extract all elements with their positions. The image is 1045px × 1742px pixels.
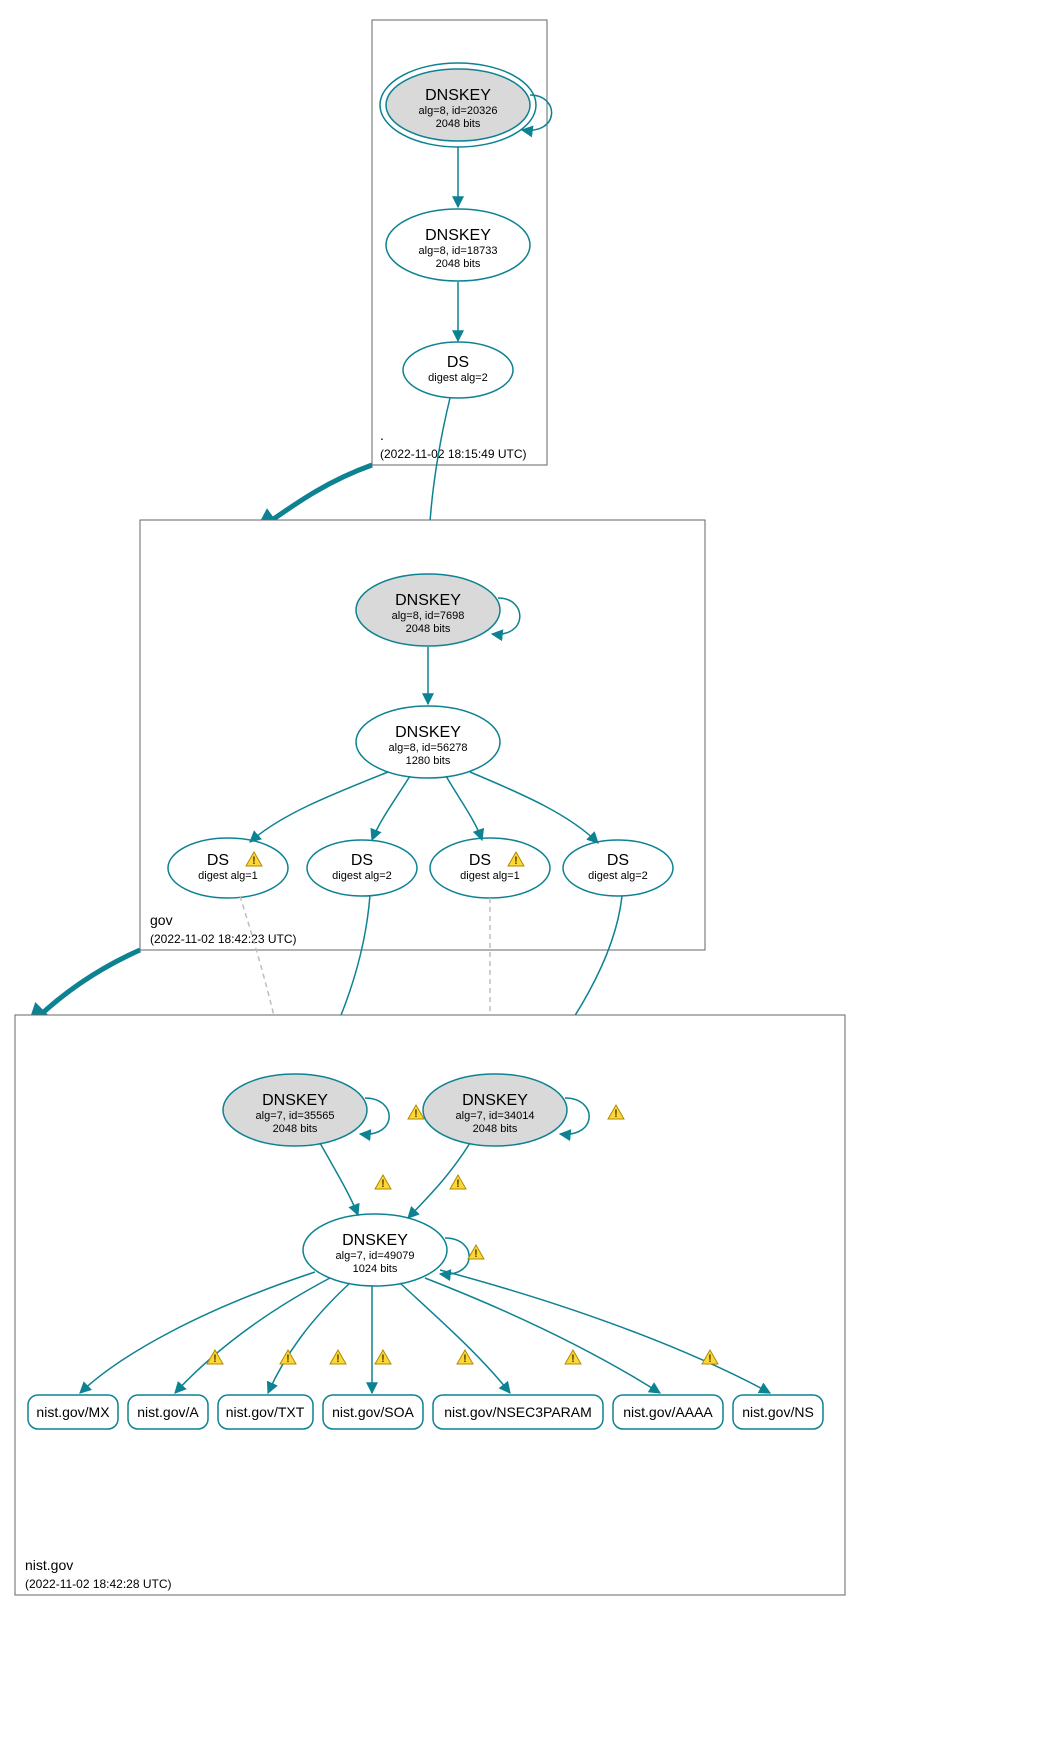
svg-text:DNSKEY: DNSKEY — [342, 1232, 408, 1249]
svg-text:!: ! — [708, 1353, 712, 1365]
svg-text:!: ! — [571, 1353, 575, 1365]
gov-ksk-node: DNSKEY alg=8, id=7698 2048 bits — [356, 574, 500, 646]
zone-nist-timestamp: (2022-11-02 18:42:28 UTC) — [25, 1577, 172, 1591]
svg-text:DS: DS — [207, 852, 229, 869]
svg-text:digest alg=2: digest alg=2 — [428, 372, 488, 384]
rrset-mx: nist.gov/MX — [28, 1395, 118, 1429]
zone-gov-name: gov — [150, 912, 173, 928]
svg-text:DNSKEY: DNSKEY — [462, 1092, 528, 1109]
svg-text:alg=8, id=20326: alg=8, id=20326 — [419, 105, 498, 117]
svg-text:!: ! — [463, 1353, 467, 1365]
zone-gov: gov (2022-11-02 18:42:23 UTC) DNSKEY alg… — [140, 520, 705, 950]
svg-text:!: ! — [514, 855, 518, 867]
deleg-gov-nist — [30, 950, 140, 1025]
rrset-aaaa: nist.gov/AAAA — [613, 1395, 723, 1429]
svg-text:DNSKEY: DNSKEY — [395, 592, 461, 609]
svg-text:nist.gov/MX: nist.gov/MX — [36, 1404, 110, 1420]
svg-text:2048 bits: 2048 bits — [436, 118, 481, 130]
svg-text:DNSKEY: DNSKEY — [262, 1092, 328, 1109]
svg-text:2048 bits: 2048 bits — [436, 258, 481, 270]
svg-text:DS: DS — [607, 852, 629, 869]
rrset-txt: nist.gov/TXT — [218, 1395, 313, 1429]
svg-text:digest alg=1: digest alg=1 — [460, 870, 520, 882]
svg-text:digest alg=1: digest alg=1 — [198, 870, 258, 882]
zone-nist: nist.gov (2022-11-02 18:42:28 UTC) DNSKE… — [15, 1015, 845, 1595]
gov-zsk-node: DNSKEY alg=8, id=56278 1280 bits — [356, 706, 500, 778]
svg-text:!: ! — [336, 1353, 340, 1365]
svg-text:alg=8, id=7698: alg=8, id=7698 — [392, 610, 465, 622]
nist-ksk2-node: DNSKEY alg=7, id=34014 2048 bits — [423, 1074, 567, 1146]
svg-text:DNSKEY: DNSKEY — [425, 227, 491, 244]
svg-text:DNSKEY: DNSKEY — [395, 724, 461, 741]
root-ksk-node: DNSKEY alg=8, id=20326 2048 bits — [380, 63, 536, 147]
svg-text:!: ! — [381, 1178, 385, 1190]
gov-ds1-node: DS digest alg=1 ! — [168, 838, 288, 898]
svg-text:alg=8, id=56278: alg=8, id=56278 — [389, 742, 468, 754]
root-ds-node: DS digest alg=2 — [403, 342, 513, 398]
rrset-nsec: nist.gov/NSEC3PARAM — [433, 1395, 603, 1429]
svg-text:nist.gov/NSEC3PARAM: nist.gov/NSEC3PARAM — [444, 1404, 592, 1420]
zone-root-timestamp: (2022-11-02 18:15:49 UTC) — [380, 447, 527, 461]
svg-text:nist.gov/A: nist.gov/A — [137, 1404, 199, 1420]
nist-zsk-node: DNSKEY alg=7, id=49079 1024 bits — [303, 1214, 447, 1286]
rrset-ns: nist.gov/NS — [733, 1395, 823, 1429]
rrset-soa: nist.gov/SOA — [323, 1395, 423, 1429]
svg-text:1024 bits: 1024 bits — [353, 1263, 398, 1275]
svg-text:!: ! — [213, 1353, 217, 1365]
zone-nist-name: nist.gov — [25, 1557, 73, 1573]
svg-text:2048 bits: 2048 bits — [473, 1123, 518, 1135]
svg-text:!: ! — [614, 1108, 618, 1120]
svg-text:1280 bits: 1280 bits — [406, 755, 451, 767]
zone-root-name: . — [380, 427, 384, 443]
gov-ds4-node: DS digest alg=2 — [563, 840, 673, 896]
svg-text:DS: DS — [351, 852, 373, 869]
svg-text:alg=7, id=34014: alg=7, id=34014 — [456, 1110, 535, 1122]
svg-text:alg=7, id=49079: alg=7, id=49079 — [336, 1250, 415, 1262]
nist-ksk1-node: DNSKEY alg=7, id=35565 2048 bits — [223, 1074, 367, 1146]
svg-text:nist.gov/AAAA: nist.gov/AAAA — [623, 1404, 713, 1420]
svg-text:alg=7, id=35565: alg=7, id=35565 — [256, 1110, 335, 1122]
svg-text:digest alg=2: digest alg=2 — [588, 870, 648, 882]
root-zsk-node: DNSKEY alg=8, id=18733 2048 bits — [386, 209, 530, 281]
svg-text:!: ! — [414, 1108, 418, 1120]
svg-text:2048 bits: 2048 bits — [406, 623, 451, 635]
svg-text:DS: DS — [469, 852, 491, 869]
zone-gov-timestamp: (2022-11-02 18:42:23 UTC) — [150, 932, 297, 946]
svg-text:nist.gov/NS: nist.gov/NS — [742, 1404, 814, 1420]
gov-ds3-node: DS digest alg=1 ! — [430, 838, 550, 898]
rrset-a: nist.gov/A — [128, 1395, 208, 1429]
svg-text:!: ! — [474, 1248, 478, 1260]
svg-text:!: ! — [456, 1178, 460, 1190]
dnssec-diagram: . (2022-11-02 18:15:49 UTC) DNSKEY alg=8… — [0, 0, 1045, 1742]
zone-root: . (2022-11-02 18:15:49 UTC) DNSKEY alg=8… — [372, 20, 552, 465]
svg-text:DNSKEY: DNSKEY — [425, 87, 491, 104]
svg-text:DS: DS — [447, 354, 469, 371]
gov-ds2-node: DS digest alg=2 — [307, 840, 417, 896]
svg-text:2048 bits: 2048 bits — [273, 1123, 318, 1135]
svg-text:nist.gov/TXT: nist.gov/TXT — [226, 1404, 305, 1420]
svg-text:!: ! — [252, 855, 256, 867]
svg-text:!: ! — [286, 1353, 290, 1365]
svg-text:alg=8, id=18733: alg=8, id=18733 — [419, 245, 498, 257]
svg-text:!: ! — [381, 1353, 385, 1365]
svg-text:digest alg=2: digest alg=2 — [332, 870, 392, 882]
svg-text:nist.gov/SOA: nist.gov/SOA — [332, 1404, 414, 1420]
